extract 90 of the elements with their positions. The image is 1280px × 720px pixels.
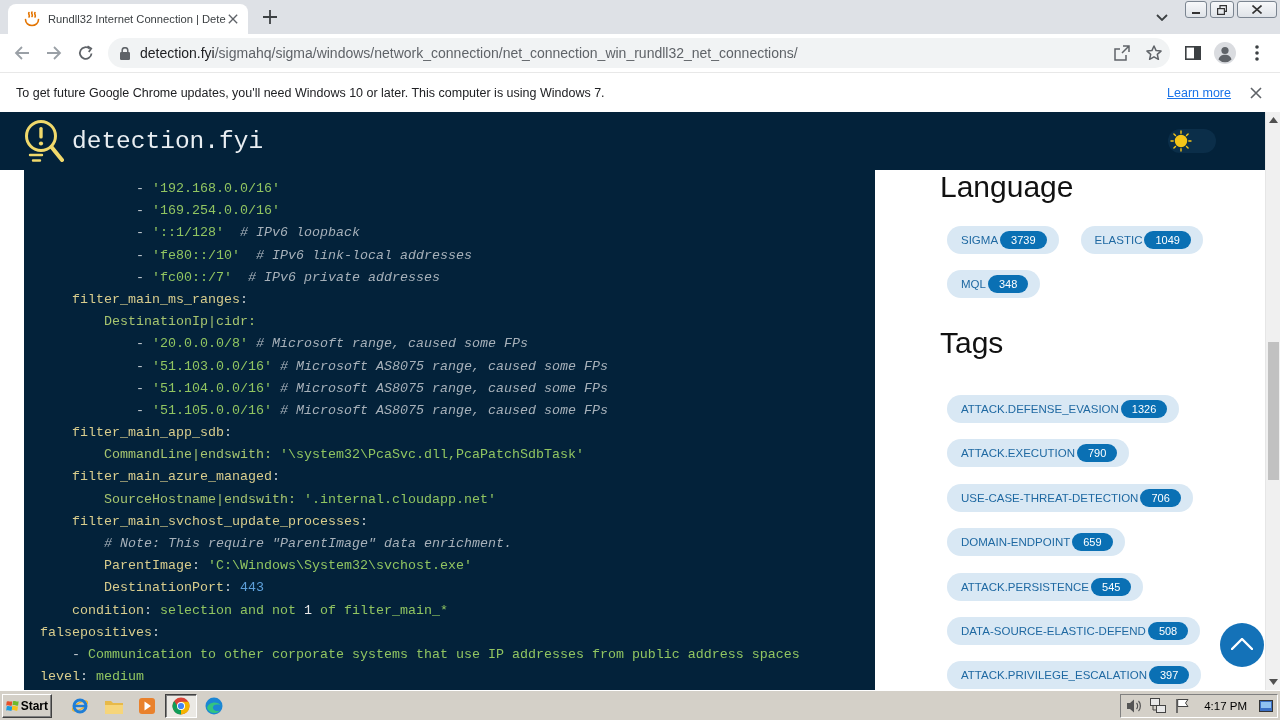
minimize-button[interactable] <box>1185 1 1207 18</box>
scrollbar[interactable] <box>1265 112 1280 690</box>
count-badge: 3739 <box>1000 231 1047 249</box>
menu-icon[interactable] <box>1255 45 1259 61</box>
code-line: condition: selection and not 1 of filter_main_* <box>72 601 448 620</box>
code-line: filter_main_ms_ranges: <box>72 290 248 309</box>
code-line: DestinationPort: 443 <box>104 579 264 598</box>
network-icon[interactable] <box>1150 698 1167 713</box>
tag-chip[interactable]: DATA-SOURCE-ELASTIC-DEFEND 508 <box>947 616 1201 645</box>
tag-chip[interactable]: ATTACK.EXECUTION 790 <box>947 439 1130 468</box>
browser-tab[interactable]: Rundll32 Internet Connection | Dete <box>8 4 248 34</box>
info-message: To get future Google Chrome updates, you'll need Windows 10 or later. This computer is using Windows 7. <box>16 85 605 100</box>
code-line: level: medium <box>40 668 144 687</box>
scroll-up-arrow-icon[interactable] <box>1268 117 1278 123</box>
code-line: - '169.254.0.0/16' <box>136 202 280 221</box>
count-badge: 659 <box>1072 533 1113 552</box>
tag-chip[interactable]: ATTACK.PRIVILEGE_ESCALATION 397 <box>947 661 1202 690</box>
sun-icon <box>1170 130 1192 152</box>
chevron-up-icon <box>1231 637 1253 650</box>
sidebar-icon[interactable] <box>1185 46 1201 60</box>
media-player-icon <box>139 697 155 714</box>
code-line: - '::1/128' # IPv6 loopback <box>136 224 360 243</box>
close-icon <box>1252 5 1262 14</box>
restore-button[interactable] <box>1210 1 1234 18</box>
close-icon[interactable] <box>1250 86 1262 99</box>
count-badge: 348 <box>987 275 1029 293</box>
browser-icon <box>71 696 89 715</box>
code-line: ParentImage: 'C:\Windows\System32\svchost.exe' <box>104 557 472 576</box>
speaker-icon[interactable] <box>1126 697 1142 714</box>
code-line: - '20.0.0.0/8' # Microsoft range, caused some FPs <box>136 335 528 354</box>
taskbar-button[interactable] <box>164 693 197 718</box>
count-badge: 790 <box>1076 444 1118 463</box>
back-arrow-icon[interactable] <box>14 45 30 61</box>
code-line: filter_main_svchost_update_processes: <box>72 512 368 531</box>
count-badge: 397 <box>1148 666 1190 685</box>
code-line: - '51.105.0.0/16' # Microsoft AS8075 range, caused some FPs <box>136 401 608 420</box>
scrollbar-thumb[interactable] <box>1267 342 1279 480</box>
code-line: # Note: This require "ParentImage" data enrichment. <box>104 535 512 553</box>
code-line: CommandLine|endswith: '\system32\PcaSvc.dll,PcaPatchSdbTask' <box>104 446 584 465</box>
count-badge: 1326 <box>1120 400 1168 418</box>
section-heading: Tags <box>940 328 1004 358</box>
code-line: SourceHostname|endswith: '.internal.cloudapp.net' <box>104 490 496 509</box>
logo-text[interactable]: detection.fyi <box>72 127 264 155</box>
flag-icon[interactable] <box>1175 697 1190 714</box>
magnifier-icon[interactable] <box>24 119 64 163</box>
start-button[interactable]: Start <box>2 693 52 718</box>
reload-icon[interactable] <box>78 45 94 61</box>
plus-icon[interactable] <box>263 10 277 24</box>
code-line: filter_main_azure_managed: <box>72 468 280 487</box>
scroll-down-arrow-icon[interactable] <box>1268 679 1278 685</box>
show-desktop-icon[interactable] <box>1259 699 1273 712</box>
code-line: - '51.103.0.0/16' # Microsoft AS8075 range, caused some FPs <box>136 357 608 376</box>
tag-chip[interactable]: SIGMA 3739 <box>947 226 1059 254</box>
learn-more-link[interactable]: Learn more <box>1167 85 1231 100</box>
count-badge: 706 <box>1140 488 1181 507</box>
address-bar[interactable]: detection.fyi/sigmahq/sigma/windows/network_connection/net_connection_win_rundll32_net_connections/ <box>108 38 1170 68</box>
profile-icon[interactable] <box>1214 42 1236 64</box>
tag-chip[interactable]: ELASTIC 1049 <box>1080 226 1203 254</box>
tag-chip[interactable]: ATTACK.DEFENSE_EVASION 1326 <box>947 395 1180 423</box>
count-badge: 1049 <box>1144 231 1191 249</box>
lock-icon[interactable] <box>120 46 130 60</box>
browser-icon <box>171 696 190 715</box>
code-line: - 'fe80::/10' # IPv6 link-local addresses <box>136 246 472 265</box>
restore-icon <box>1217 4 1227 15</box>
tag-chip[interactable]: DOMAIN-ENDPOINT 659 <box>947 528 1125 557</box>
count-badge: 508 <box>1147 621 1189 640</box>
code-line: - '51.104.0.0/16' # Microsoft AS8075 range, caused some FPs <box>136 379 608 398</box>
theme-toggle[interactable] <box>1168 129 1216 153</box>
code-line: falsepositives: <box>40 623 160 642</box>
tag-chip[interactable]: MQL 348 <box>947 270 1041 298</box>
share-icon[interactable] <box>1114 45 1130 61</box>
code-line: - 'fc00::/7' # IPv6 private addresses <box>136 268 440 287</box>
hot-springs-icon <box>24 11 40 27</box>
code-line: - Communication to other corporate systems that use IP addresses from public address spaces <box>72 645 800 664</box>
star-icon[interactable] <box>1146 45 1162 61</box>
count-badge: 545 <box>1091 577 1132 596</box>
scroll-to-top-button[interactable] <box>1220 623 1264 667</box>
section-heading: Language <box>940 172 1074 202</box>
code-line: filter_main_app_sdb: <box>72 424 232 443</box>
clock-text[interactable]: 4:17 PM <box>1204 699 1247 712</box>
code-line: - '192.168.0.0/16' <box>136 180 280 198</box>
forward-arrow-icon[interactable] <box>46 45 62 61</box>
tag-chip[interactable]: ATTACK.PERSISTENCE 545 <box>947 572 1144 601</box>
chevron-down-icon[interactable] <box>1156 13 1168 21</box>
tag-chip[interactable]: USE-CASE-THREAT-DETECTION 706 <box>947 483 1193 512</box>
minimize-icon <box>1192 11 1200 14</box>
close-icon[interactable] <box>228 14 238 24</box>
browser-icon <box>205 696 223 715</box>
code-line: DestinationIp|cidr: <box>104 313 256 332</box>
close-button[interactable] <box>1237 1 1277 18</box>
